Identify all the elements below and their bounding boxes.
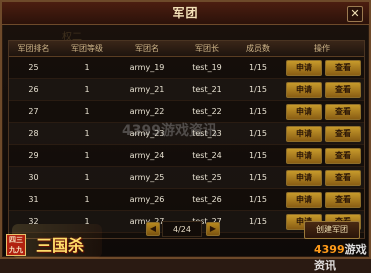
row-rank: 27 <box>28 107 39 116</box>
row-members: 1/15 <box>249 63 267 72</box>
row-level: 1 <box>84 63 90 72</box>
logo-text: 三国杀 <box>36 236 85 255</box>
header-members: 成员数 <box>246 44 270 53</box>
row-name: army_24 <box>129 151 165 160</box>
close-icon[interactable]: ✕ <box>347 6 363 22</box>
row-rank: 29 <box>28 151 39 160</box>
row-name: army_25 <box>129 173 165 182</box>
row-name: army_22 <box>129 107 165 116</box>
apply-button[interactable]: 申请 <box>286 60 322 76</box>
row-members: 1/15 <box>249 151 267 160</box>
row-level: 1 <box>84 85 90 94</box>
row-leader: test_19 <box>192 63 222 72</box>
view-button[interactable]: 查看 <box>325 126 361 142</box>
legion-window: 军团 ✕ 权二 军团排名 军团等级 军团名 军团长 成员数 操作 25 1 ar… <box>0 0 371 272</box>
row-level: 1 <box>84 129 90 138</box>
row-rank: 31 <box>28 195 39 204</box>
row-members: 1/15 <box>249 217 267 226</box>
row-members: 1/15 <box>249 173 267 182</box>
table-row: 30 1 army_25 test_25 1/15 申请 查看 <box>9 167 364 189</box>
row-leader: test_25 <box>192 173 222 182</box>
row-rank: 25 <box>28 63 39 72</box>
apply-button[interactable]: 申请 <box>286 104 322 120</box>
logo-badge: 四三九九 <box>6 234 26 256</box>
row-leader: test_24 <box>192 151 222 160</box>
view-button[interactable]: 查看 <box>325 148 361 164</box>
row-name: army_19 <box>129 63 165 72</box>
table-row: 29 1 army_24 test_24 1/15 申请 查看 <box>9 145 364 167</box>
row-leader: test_22 <box>192 107 222 116</box>
row-members: 1/15 <box>249 195 267 204</box>
create-legion-button[interactable]: 创建军团 <box>304 221 360 239</box>
view-button[interactable]: 查看 <box>325 192 361 208</box>
row-level: 1 <box>84 173 90 182</box>
view-button[interactable]: 查看 <box>325 82 361 98</box>
view-button[interactable]: 查看 <box>325 104 361 120</box>
game-logo: 四三九九 三国杀 <box>4 218 104 260</box>
next-page-icon[interactable]: ▶ <box>206 222 220 236</box>
row-name: army_21 <box>129 85 165 94</box>
row-level: 1 <box>84 107 90 116</box>
row-level: 1 <box>84 195 90 204</box>
window-title: 军团 <box>172 6 199 20</box>
view-button[interactable]: 查看 <box>325 170 361 186</box>
row-level: 1 <box>84 151 90 160</box>
row-rank: 30 <box>28 173 39 182</box>
header-actions: 操作 <box>314 44 330 53</box>
header-rank: 军团排名 <box>17 44 50 53</box>
row-name: army_26 <box>129 195 165 204</box>
row-rank: 28 <box>28 129 39 138</box>
table-row: 26 1 army_21 test_21 1/15 申请 查看 <box>9 79 364 101</box>
apply-button[interactable]: 申请 <box>286 148 322 164</box>
title-bar: 军团 ✕ <box>2 2 369 25</box>
apply-button[interactable]: 申请 <box>286 126 322 142</box>
view-button[interactable]: 查看 <box>325 60 361 76</box>
row-leader: test_21 <box>192 85 222 94</box>
table-header: 军团排名 军团等级 军团名 军团长 成员数 操作 <box>9 41 364 57</box>
row-members: 1/15 <box>249 107 267 116</box>
corner-watermark: 4399游戏资讯 <box>314 241 369 273</box>
apply-button[interactable]: 申请 <box>286 82 322 98</box>
prev-page-icon[interactable]: ◀ <box>146 222 160 236</box>
row-members: 1/15 <box>249 129 267 138</box>
header-leader: 军团长 <box>195 44 219 53</box>
row-leader: test_26 <box>192 195 222 204</box>
center-watermark: 4399游戏资讯 <box>122 123 217 139</box>
header-name: 军团名 <box>135 44 159 53</box>
corner-brand: 4399 <box>314 243 345 256</box>
pagination: ◀ 4/24 ▶ <box>144 221 224 237</box>
page-indicator: 4/24 <box>162 221 202 237</box>
row-members: 1/15 <box>249 85 267 94</box>
table-row: 31 1 army_26 test_26 1/15 申请 查看 <box>9 189 364 211</box>
row-rank: 26 <box>28 85 39 94</box>
header-level: 军团等级 <box>71 44 103 53</box>
apply-button[interactable]: 申请 <box>286 170 322 186</box>
table-row: 25 1 army_19 test_19 1/15 申请 查看 <box>9 57 364 79</box>
apply-button[interactable]: 申请 <box>286 192 322 208</box>
